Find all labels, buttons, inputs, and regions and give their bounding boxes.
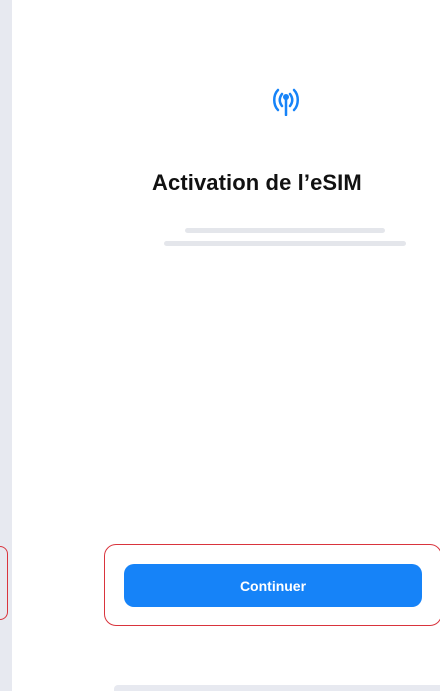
description-placeholder-line [185,228,385,233]
page-canvas: Activation de l’eSIM Continuer [0,0,440,691]
left-highlight-annotation [0,546,8,620]
description-placeholder-line [164,241,406,246]
bottom-home-bar [114,685,440,691]
page-title: Activation de l’eSIM [152,170,362,195]
continue-button[interactable]: Continuer [124,564,422,607]
antenna-signal-icon [273,88,299,116]
